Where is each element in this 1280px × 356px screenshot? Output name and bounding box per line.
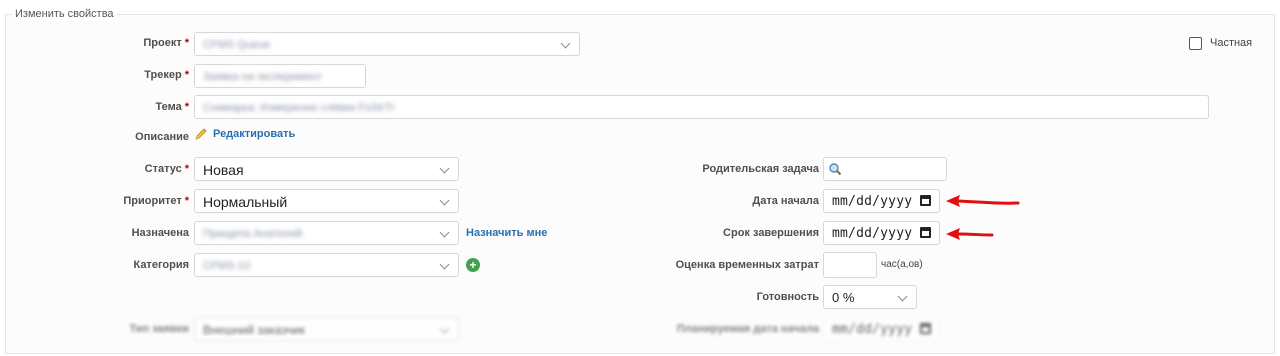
chevron-down-icon: [439, 163, 450, 174]
priority-label: Приоритет *: [123, 195, 189, 207]
start-date-placeholder: mm/dd/yyyy: [832, 194, 913, 209]
planned-start-input[interactable]: mm/dd/yyyy: [823, 317, 940, 341]
status-value: Новая: [203, 162, 244, 178]
tracker-value: Заявка на эксперимент: [203, 71, 323, 83]
subject-value: Снимарка: Измерение слёвки FsStrTr: [203, 102, 395, 114]
due-date-placeholder: mm/dd/yyyy: [832, 226, 913, 241]
status-label: Статус *: [144, 163, 189, 175]
tracker-select[interactable]: Заявка на эксперимент: [194, 64, 366, 88]
red-arrow-annotation-icon: [946, 228, 994, 240]
subject-label: Тема *: [155, 101, 189, 113]
assignee-label: Назначена: [131, 227, 189, 239]
assignee-value: Прищепа Анатолий: [203, 228, 303, 240]
chevron-down-icon: [897, 291, 908, 302]
chevron-down-icon: [439, 259, 450, 270]
red-arrow-annotation-icon: [946, 195, 1020, 207]
parent-task-input[interactable]: [823, 157, 947, 181]
chevron-down-icon: [439, 323, 450, 334]
done-ratio-select[interactable]: 0 %: [823, 285, 917, 309]
category-label: Категория: [133, 259, 189, 271]
start-date-label: Дата начала: [752, 195, 819, 207]
done-ratio-value: 0 %: [832, 290, 855, 305]
estimate-unit: час(а,ов): [881, 259, 923, 270]
fieldset-legend: Изменить свойства: [12, 8, 117, 20]
planned-start-label: Планируемая дата начала: [676, 323, 819, 335]
estimate-input[interactable]: [823, 252, 877, 278]
parent-task-label: Родительская задача: [702, 163, 819, 175]
edit-description-link[interactable]: Редактировать: [213, 128, 295, 140]
chevron-down-icon: [439, 195, 450, 206]
search-icon: [829, 163, 842, 176]
chevron-down-icon: [560, 38, 571, 49]
assignee-select[interactable]: Прищепа Анатолий: [194, 221, 459, 245]
description-label: Описание: [135, 131, 189, 143]
status-select[interactable]: Новая: [194, 157, 459, 181]
subject-input[interactable]: Снимарка: Измерение слёвки FsStrTr: [194, 95, 1209, 119]
request-type-label: Тип заявки: [129, 323, 189, 335]
request-type-value: Внешний заказчик: [203, 323, 305, 337]
calendar-icon[interactable]: [920, 323, 931, 334]
priority-value: Нормальный: [203, 194, 288, 210]
add-category-icon[interactable]: +: [466, 258, 480, 272]
project-label: Проект *: [143, 37, 189, 49]
private-label: Частная: [1210, 37, 1253, 49]
start-date-input[interactable]: mm/dd/yyyy: [823, 189, 940, 213]
due-date-label: Срок завершения: [723, 227, 819, 239]
request-type-select[interactable]: Внешний заказчик: [194, 317, 459, 341]
category-select[interactable]: CFMS-10: [194, 253, 459, 277]
priority-select[interactable]: Нормальный: [194, 189, 459, 213]
pencil-icon: [195, 128, 207, 140]
due-date-input[interactable]: mm/dd/yyyy: [823, 221, 940, 245]
project-value: CFMS Queue: [203, 39, 271, 51]
calendar-icon[interactable]: [920, 195, 931, 206]
done-ratio-label: Готовность: [756, 291, 819, 303]
category-value: CFMS-10: [203, 260, 251, 272]
planned-start-placeholder: mm/dd/yyyy: [832, 322, 913, 337]
chevron-down-icon: [439, 227, 450, 238]
project-select[interactable]: CFMS Queue: [194, 32, 580, 56]
assign-to-me-link[interactable]: Назначить мне: [466, 227, 547, 239]
private-checkbox[interactable]: [1189, 37, 1202, 50]
calendar-icon[interactable]: [920, 227, 931, 238]
tracker-label: Трекер *: [144, 69, 189, 81]
estimate-label: Оценка временных затрат: [675, 259, 819, 271]
